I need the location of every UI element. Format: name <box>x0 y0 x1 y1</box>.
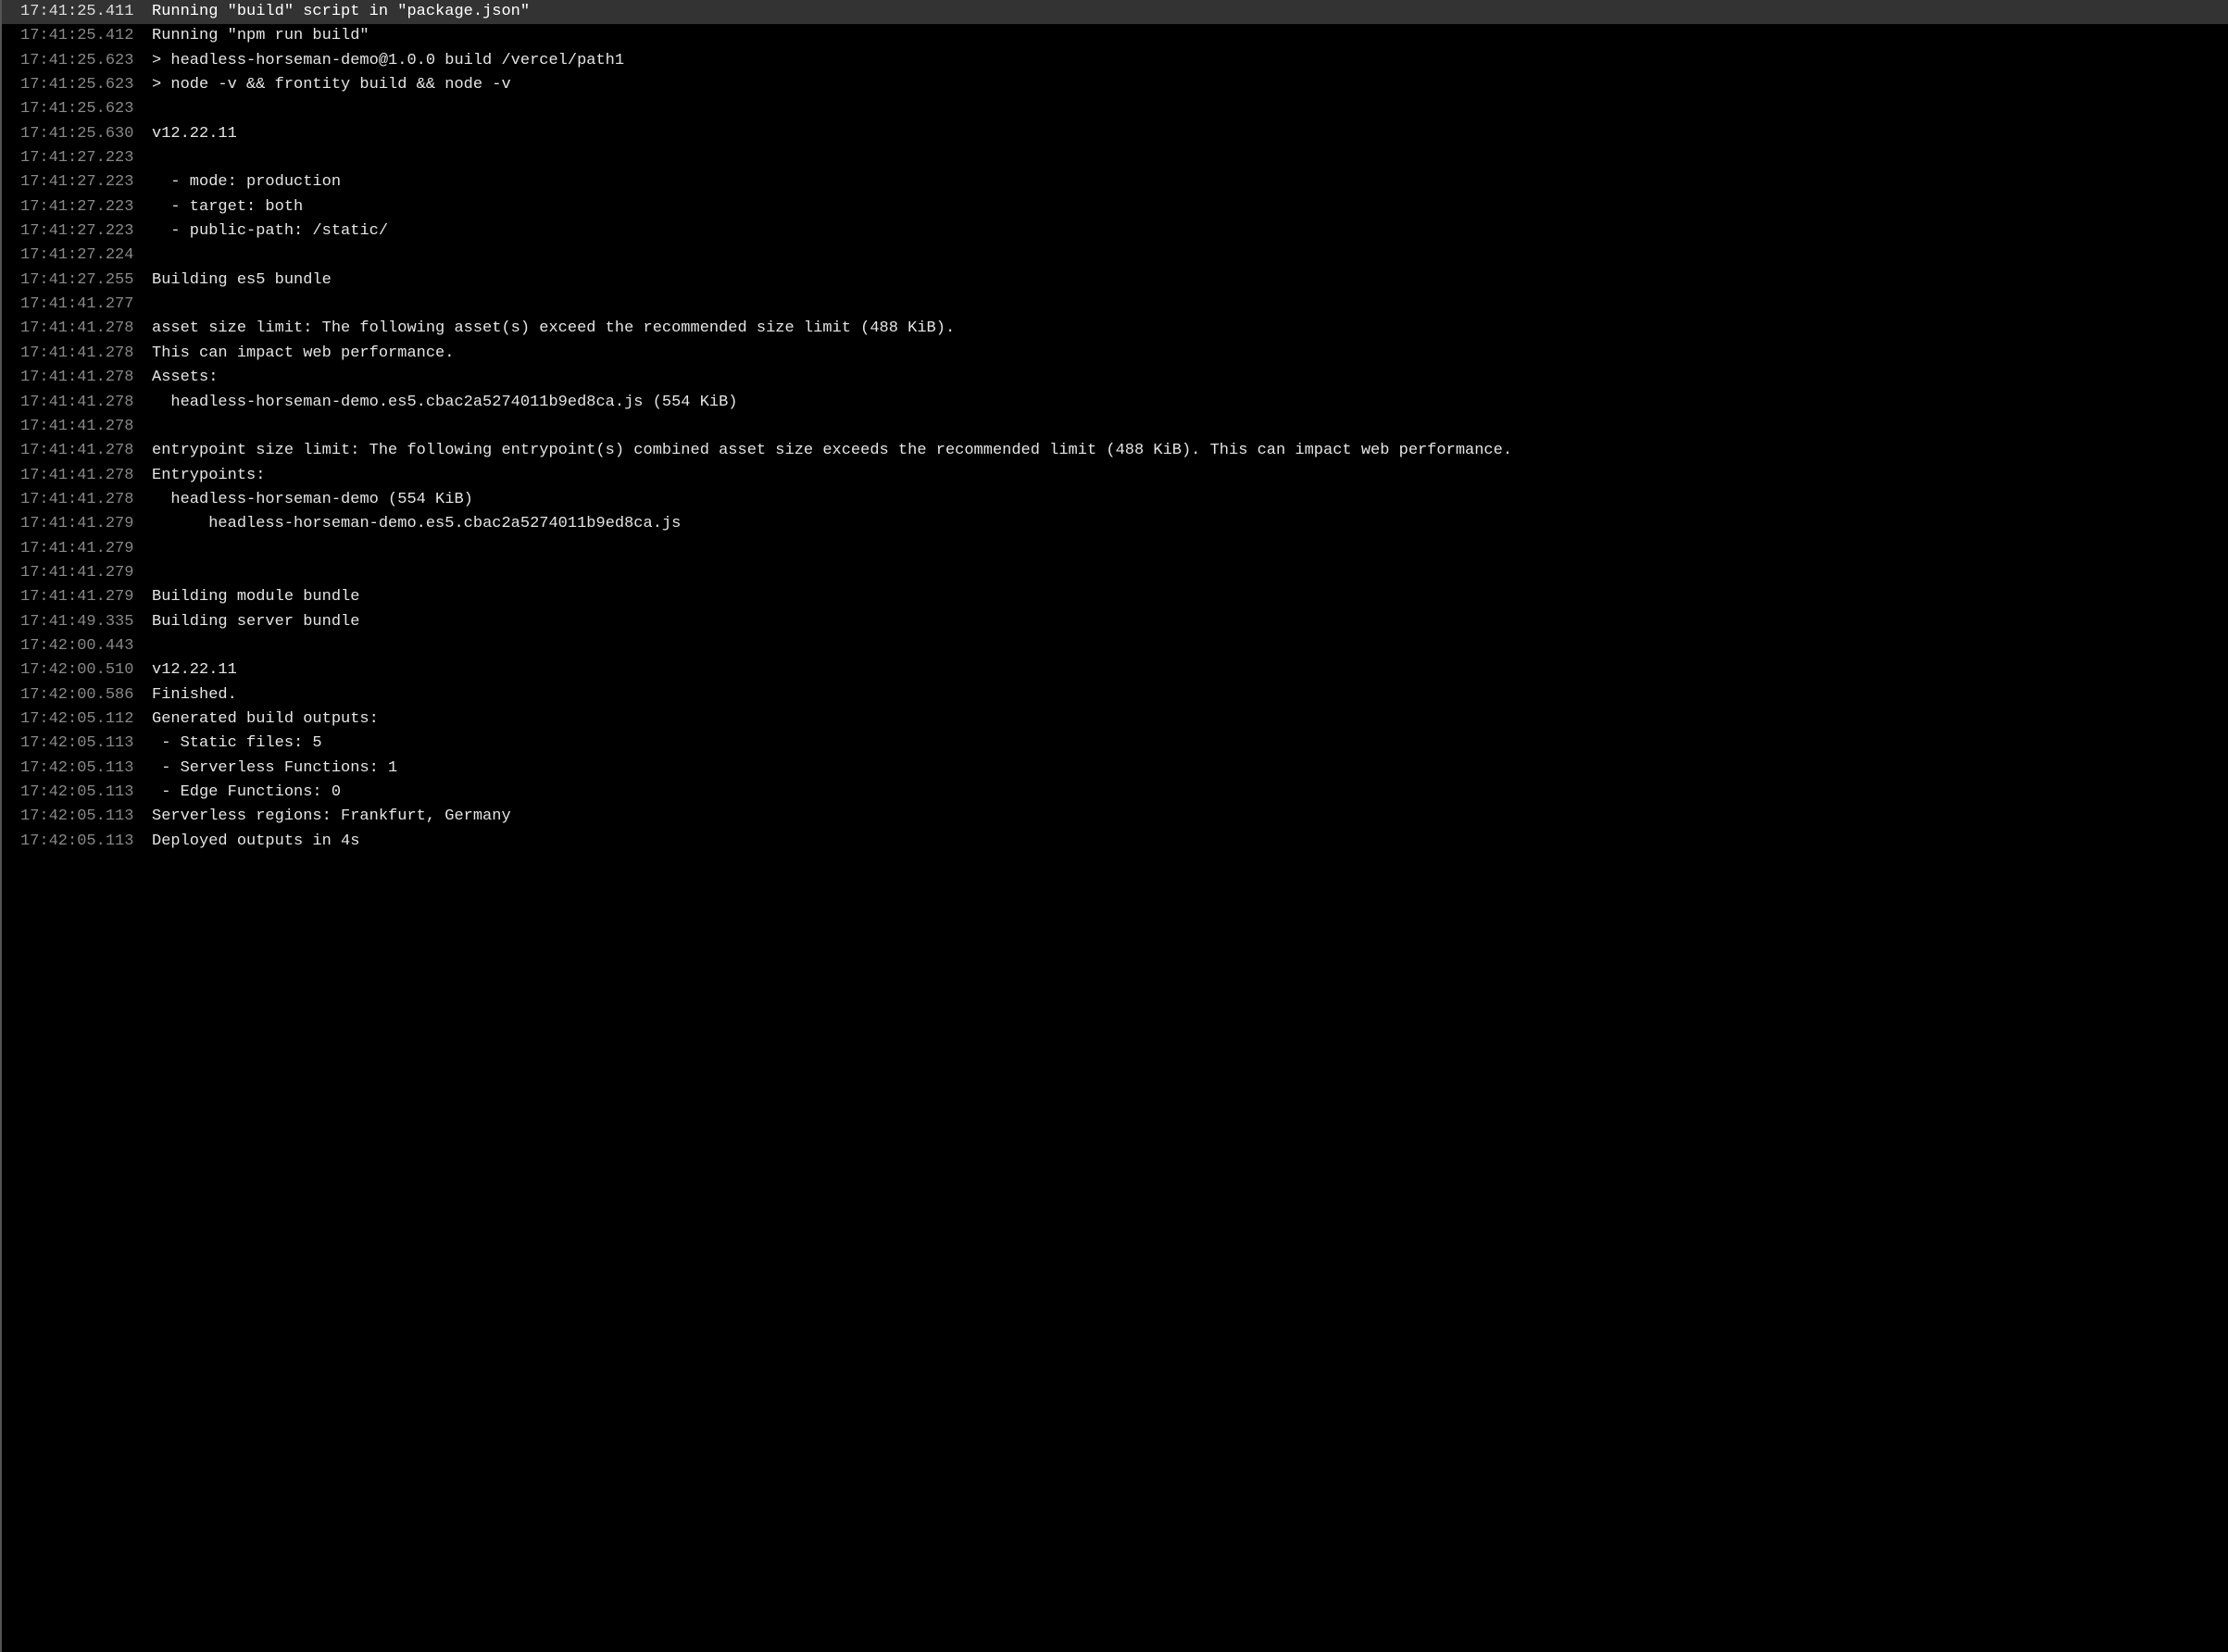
log-row[interactable]: 17:41:41.279 <box>2 561 2228 585</box>
log-timestamp: 17:42:05.112 <box>2 707 139 732</box>
log-timestamp: 17:41:25.623 <box>2 97 139 121</box>
log-timestamp: 17:42:05.113 <box>2 805 139 829</box>
log-message: Running "build" script in "package.json" <box>139 0 2219 24</box>
log-row[interactable]: 17:41:41.277 <box>2 293 2228 317</box>
log-message: Building module bundle <box>139 585 2219 609</box>
log-timestamp: 17:41:27.255 <box>2 269 139 293</box>
log-row[interactable]: 17:41:41.278 headless-horseman-demo.es5.… <box>2 391 2228 415</box>
log-timestamp: 17:41:41.279 <box>2 585 139 609</box>
log-timestamp: 17:42:05.113 <box>2 757 139 781</box>
log-timestamp: 17:41:41.278 <box>2 464 139 488</box>
log-timestamp: 17:41:25.412 <box>2 24 139 48</box>
log-message: - Serverless Functions: 1 <box>139 757 2219 781</box>
log-message: - public-path: /static/ <box>139 219 2219 244</box>
log-timestamp: 17:41:41.278 <box>2 317 139 341</box>
log-message: Assets: <box>139 366 2219 390</box>
log-timestamp: 17:41:41.279 <box>2 537 139 561</box>
log-message: headless-horseman-demo (554 KiB) <box>139 488 2219 512</box>
log-message: asset size limit: The following asset(s)… <box>139 317 2219 341</box>
log-timestamp: 17:41:27.224 <box>2 244 139 268</box>
log-row[interactable]: 17:41:25.623> node -v && frontity build … <box>2 73 2228 97</box>
log-timestamp: 17:41:41.279 <box>2 512 139 536</box>
log-timestamp: 17:41:41.278 <box>2 391 139 415</box>
log-row[interactable]: 17:41:27.223 <box>2 146 2228 170</box>
log-message: Serverless regions: Frankfurt, Germany <box>139 805 2219 829</box>
log-timestamp: 17:42:05.113 <box>2 781 139 805</box>
log-message: Finished. <box>139 683 2219 707</box>
log-row[interactable]: 17:42:05.113 - Static files: 5 <box>2 732 2228 756</box>
log-row[interactable]: 17:42:05.113 - Edge Functions: 0 <box>2 781 2228 805</box>
log-row[interactable]: 17:41:41.279Building module bundle <box>2 585 2228 609</box>
log-row[interactable]: 17:41:41.278Assets: <box>2 366 2228 390</box>
log-timestamp: 17:42:05.113 <box>2 830 139 854</box>
log-row[interactable]: 17:41:25.623> headless-horseman-demo@1.0… <box>2 49 2228 73</box>
log-row[interactable]: 17:41:49.335Building server bundle <box>2 610 2228 634</box>
log-message: - target: both <box>139 195 2219 219</box>
log-timestamp: 17:42:00.586 <box>2 683 139 707</box>
log-timestamp: 17:41:25.623 <box>2 49 139 73</box>
log-message: - Edge Functions: 0 <box>139 781 2219 805</box>
log-message: headless-horseman-demo.es5.cbac2a5274011… <box>139 512 2219 536</box>
log-timestamp: 17:41:49.335 <box>2 610 139 634</box>
log-timestamp: 17:41:41.279 <box>2 561 139 585</box>
log-timestamp: 17:41:27.223 <box>2 170 139 194</box>
log-row[interactable]: 17:41:25.630v12.22.11 <box>2 122 2228 146</box>
log-row[interactable]: 17:42:05.113Serverless regions: Frankfur… <box>2 805 2228 829</box>
log-message: > node -v && frontity build && node -v <box>139 73 2219 97</box>
log-row[interactable]: 17:42:05.113Deployed outputs in 4s <box>2 830 2228 854</box>
log-timestamp: 17:41:41.278 <box>2 366 139 390</box>
log-row[interactable]: 17:41:27.223 - target: both <box>2 195 2228 219</box>
log-message: v12.22.11 <box>139 122 2219 146</box>
log-timestamp: 17:41:27.223 <box>2 219 139 244</box>
log-row[interactable]: 17:41:25.412Running "npm run build" <box>2 24 2228 48</box>
log-row[interactable]: 17:41:27.255Building es5 bundle <box>2 269 2228 293</box>
log-timestamp: 17:41:27.223 <box>2 195 139 219</box>
log-message: headless-horseman-demo.es5.cbac2a5274011… <box>139 391 2219 415</box>
log-row[interactable]: 17:42:00.510v12.22.11 <box>2 658 2228 682</box>
log-row[interactable]: 17:41:41.278 headless-horseman-demo (554… <box>2 488 2228 512</box>
log-message: This can impact web performance. <box>139 342 2219 366</box>
log-timestamp: 17:41:41.278 <box>2 488 139 512</box>
log-row[interactable]: 17:42:05.112Generated build outputs: <box>2 707 2228 732</box>
log-row[interactable]: 17:41:27.223 - public-path: /static/ <box>2 219 2228 244</box>
log-timestamp: 17:41:25.623 <box>2 73 139 97</box>
log-timestamp: 17:41:41.278 <box>2 342 139 366</box>
log-message: - mode: production <box>139 170 2219 194</box>
log-row[interactable]: 17:41:25.623 <box>2 97 2228 121</box>
log-row[interactable]: 17:41:41.279 <box>2 537 2228 561</box>
log-row[interactable]: 17:42:00.586Finished. <box>2 683 2228 707</box>
log-message: Generated build outputs: <box>139 707 2219 732</box>
log-timestamp: 17:41:25.411 <box>2 0 139 24</box>
log-message: Building es5 bundle <box>139 269 2219 293</box>
log-timestamp: 17:42:00.510 <box>2 658 139 682</box>
log-timestamp: 17:41:41.278 <box>2 439 139 463</box>
build-log: 17:41:25.411Running "build" script in "p… <box>2 0 2228 854</box>
log-row[interactable]: 17:42:05.113 - Serverless Functions: 1 <box>2 757 2228 781</box>
log-message: - Static files: 5 <box>139 732 2219 756</box>
log-message: entrypoint size limit: The following ent… <box>139 439 2219 463</box>
log-row[interactable]: 17:41:25.411Running "build" script in "p… <box>2 0 2228 24</box>
log-row[interactable]: 17:41:41.278entrypoint size limit: The f… <box>2 439 2228 463</box>
log-timestamp: 17:41:41.278 <box>2 415 139 439</box>
log-message: v12.22.11 <box>139 658 2219 682</box>
log-row[interactable]: 17:41:41.278Entrypoints: <box>2 464 2228 488</box>
log-timestamp: 17:41:27.223 <box>2 146 139 170</box>
log-timestamp: 17:42:05.113 <box>2 732 139 756</box>
log-row[interactable]: 17:41:27.223 - mode: production <box>2 170 2228 194</box>
log-message: Building server bundle <box>139 610 2219 634</box>
log-message: > headless-horseman-demo@1.0.0 build /ve… <box>139 49 2219 73</box>
log-row[interactable]: 17:41:27.224 <box>2 244 2228 268</box>
log-row[interactable]: 17:42:00.443 <box>2 634 2228 658</box>
log-message: Entrypoints: <box>139 464 2219 488</box>
log-message: Deployed outputs in 4s <box>139 830 2219 854</box>
log-row[interactable]: 17:41:41.278 <box>2 415 2228 439</box>
log-timestamp: 17:41:25.630 <box>2 122 139 146</box>
log-row[interactable]: 17:41:41.278asset size limit: The follow… <box>2 317 2228 341</box>
log-row[interactable]: 17:41:41.278This can impact web performa… <box>2 342 2228 366</box>
log-message: Running "npm run build" <box>139 24 2219 48</box>
log-timestamp: 17:41:41.277 <box>2 293 139 317</box>
log-timestamp: 17:42:00.443 <box>2 634 139 658</box>
log-row[interactable]: 17:41:41.279 headless-horseman-demo.es5.… <box>2 512 2228 536</box>
